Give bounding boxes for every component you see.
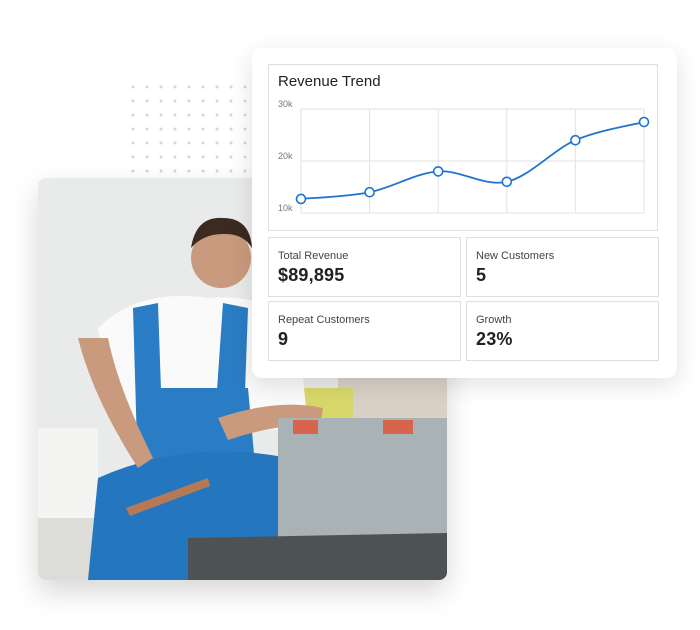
decorative-dot-grid	[126, 80, 252, 180]
y-tick-label: 10k	[278, 203, 293, 213]
y-tick-label: 20k	[278, 151, 293, 161]
stat-growth: Growth 23%	[466, 301, 659, 361]
stat-value: 23%	[476, 329, 513, 349]
stat-label: Total Revenue	[278, 250, 349, 262]
data-point	[364, 186, 375, 198]
revenue-dashboard-card: Revenue Trend 10k 20k 30k Total Revenue $8…	[252, 48, 677, 378]
data-point	[570, 134, 581, 146]
stat-label: New Customers	[476, 250, 555, 262]
data-point	[501, 176, 513, 188]
revenue-trend-chart: Revenue Trend 10k 20k 30k	[268, 64, 658, 231]
stat-value: $89,895	[278, 265, 345, 285]
stat-label: Growth	[476, 314, 512, 326]
stat-new-customers: New Customers 5	[466, 237, 659, 297]
data-point	[432, 166, 444, 177]
data-point	[295, 193, 307, 205]
y-tick-label: 30k	[278, 99, 293, 109]
stat-value: 5	[476, 265, 487, 285]
data-point	[638, 116, 650, 128]
stat-total-revenue: Total Revenue $89,895	[268, 237, 461, 297]
revenue-line	[300, 121, 645, 200]
stat-repeat-customers: Repeat Customers 9	[268, 301, 461, 361]
line-chart: 10k 20k 30k	[278, 99, 650, 214]
stat-value: 9	[278, 329, 289, 349]
stat-label: Repeat Customers	[278, 314, 370, 326]
